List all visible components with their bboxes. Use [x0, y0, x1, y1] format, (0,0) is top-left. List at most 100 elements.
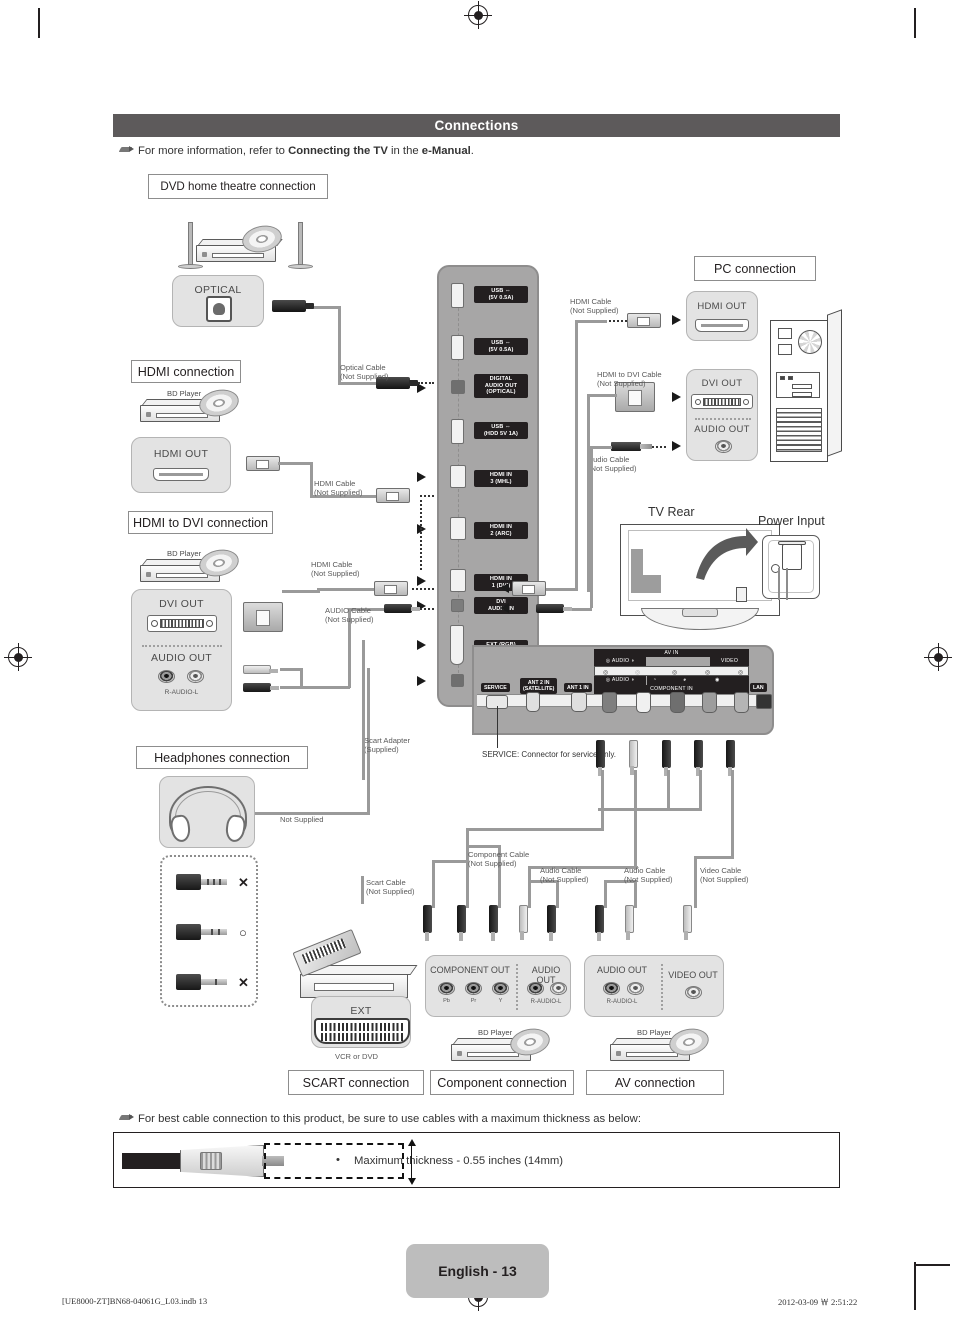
label-line-2: (Not Supplied): [366, 887, 415, 897]
title-text: HDMI to DVI connection: [132, 515, 269, 530]
header-note-prefix: For more information, refer to: [138, 145, 289, 157]
title-text: Headphones connection: [154, 750, 290, 765]
optical-cable-label: Optical Cable (Not Supplied): [340, 363, 389, 382]
audio-out-jack-r: [158, 670, 175, 683]
dvi-out-audio-panel: DVI OUT AUDIO OUT R-AUDIO-L: [131, 589, 232, 711]
pc-audio-cable-label: Audio Cable (Not Supplied): [588, 455, 637, 474]
tv-port-hdmi3-arrow-icon: [417, 472, 426, 482]
lan-port-label: LAN: [750, 683, 767, 692]
tv-port-hdmi-in-1: [450, 569, 466, 592]
registration-mark-top: [464, 1, 492, 29]
pc-hdmi-dvi-cable-label: HDMI to DVI Cable (Not Supplied): [597, 370, 662, 389]
tv-port-usb-1: [451, 283, 464, 308]
comp-run-h4: [598, 808, 702, 811]
label-line-1: Optical Cable: [340, 363, 386, 372]
title-hdmi-to-dvi-connection: HDMI to DVI connection: [128, 511, 273, 534]
label-line-1: HDMI Cable: [311, 560, 353, 569]
dvi-screw-right-icon: [743, 398, 749, 405]
audio-cable-plug-4: [625, 905, 634, 933]
video-cable-plug: [683, 905, 692, 933]
pc-panel-divider: [695, 418, 751, 420]
label-text: AUDIO: [611, 658, 630, 664]
dvi-pins-icon: [703, 397, 741, 406]
pc-port-3: [792, 384, 812, 389]
label-line-2: (Not Supplied): [597, 379, 646, 389]
optical-plug-left: [272, 300, 314, 312]
hdmi-cable-label: HDMI Cable (Not Supplied): [314, 479, 363, 498]
label-line-2: (Not Supplied): [624, 875, 673, 885]
av-audio-jack: [734, 692, 749, 713]
tv-port-hdmi-in-2-label: HDMI IN 2 (ARC): [474, 522, 528, 540]
headphone-plug-compatibility-box: ✕ ○ ✕: [160, 855, 258, 1007]
label-line-1: Scart Cable: [366, 878, 406, 887]
title-av-connection: AV connection: [586, 1070, 724, 1095]
label-line-1: HDMI to DVI Cable: [597, 370, 662, 379]
scart-adapter-mid: [345, 832, 379, 876]
label-line-1: HDMI IN: [489, 576, 513, 582]
ant1-port: [571, 692, 587, 712]
component-out-label: COMPONENT OUT: [430, 965, 510, 975]
tv-av-video-plug: [629, 740, 638, 768]
pc-hdmi-arrow-icon: [672, 315, 681, 325]
optical-out-panel: OPTICAL: [172, 275, 264, 327]
crop-mark-right-h: [916, 1264, 950, 1266]
optical-label: OPTICAL: [194, 284, 242, 296]
comp-run-v1: [601, 770, 604, 830]
audio-cable-h1: [280, 668, 302, 671]
tv-port-usb-2-label: USB ⇔ (5V 0.5A): [474, 338, 528, 356]
home-theatre-speaker-left: [188, 222, 193, 266]
pc-dvi-out-label: DVI OUT: [701, 378, 743, 389]
component-jack-pr-label: Pr: [470, 998, 477, 1004]
power-cord: [778, 568, 780, 600]
label-line-2: (Not Supplied): [700, 875, 749, 885]
pc-dvi-arrow-icon: [672, 392, 681, 402]
title-text: AV connection: [614, 1075, 696, 1090]
label-line-1: DIGITAL: [489, 376, 513, 382]
pc-hdmi-out-port: [695, 319, 749, 332]
headphone-cable-label: Not Supplied: [280, 815, 324, 824]
av-video-jack: [685, 986, 702, 999]
label-line-2: 3 (MHL): [490, 478, 512, 485]
comp-run-v3: [432, 860, 435, 908]
dvi-screw-left-icon: [695, 398, 701, 405]
headphone-plug-3pole: [176, 924, 234, 940]
hdmi-cable-h1: [278, 462, 312, 465]
component-jack-pb-label: Pb: [443, 998, 450, 1004]
label-line-3: (OPTICAL): [486, 389, 516, 396]
pc-bus-h1: [575, 320, 607, 323]
tv-component-plug-1: [596, 740, 605, 768]
component-out-panel: COMPONENT OUT Pb Pr Y AUDIO OUT R-AUDIO-…: [425, 955, 571, 1017]
audio-cable-label: AUDIO Cable (Not Supplied): [325, 606, 374, 625]
title-text: Component connection: [437, 1075, 567, 1090]
bottom-note-text: For best cable connection to this produc…: [138, 1113, 641, 1125]
label-line-2: (Not Supplied): [325, 615, 374, 625]
label-line-1: HDMI Cable: [314, 479, 356, 488]
footer-filename: [UE8000-ZT]BN68-04061G_L03.indb 13: [62, 1296, 208, 1306]
manual-page: Connections For more information, refer …: [0, 0, 954, 1321]
tv-rear-power-port: [736, 587, 747, 602]
pc-port-1: [780, 376, 785, 380]
bottom-note: For best cable connection to this produc…: [118, 1112, 641, 1125]
power-plug-body: [782, 544, 802, 570]
label-line-1: Scart Adapter: [364, 736, 411, 745]
pc-audio-out-jack: [715, 440, 732, 453]
component-audio-jack-r: [527, 982, 544, 995]
audio-cable-h2: [280, 686, 302, 689]
av-audio-jack-r: [603, 982, 620, 995]
av-audio-jack-l: [627, 982, 644, 995]
tv-stand-foot: [682, 608, 718, 617]
ext-label: EXT: [350, 1005, 372, 1017]
comp-run-h3: [466, 845, 500, 848]
tv-port-hdmi-in-2: [450, 517, 466, 540]
page-number-tab: English - 13: [406, 1244, 549, 1298]
pc-hdmi-plug: [627, 313, 661, 328]
pencil-icon: [118, 144, 134, 155]
label-line-2: (Not Supplied): [588, 464, 637, 474]
av-panel-divider: [661, 964, 663, 1010]
label-line-1: AUDIO Cable: [325, 606, 372, 615]
comp-run-v5: [667, 770, 670, 810]
label-line-2: AUDIO OUT: [484, 382, 518, 389]
headphone-plug-2pole: [176, 974, 234, 990]
component-pb-jack: [602, 692, 617, 713]
crop-mark-tl-v: [38, 8, 40, 38]
